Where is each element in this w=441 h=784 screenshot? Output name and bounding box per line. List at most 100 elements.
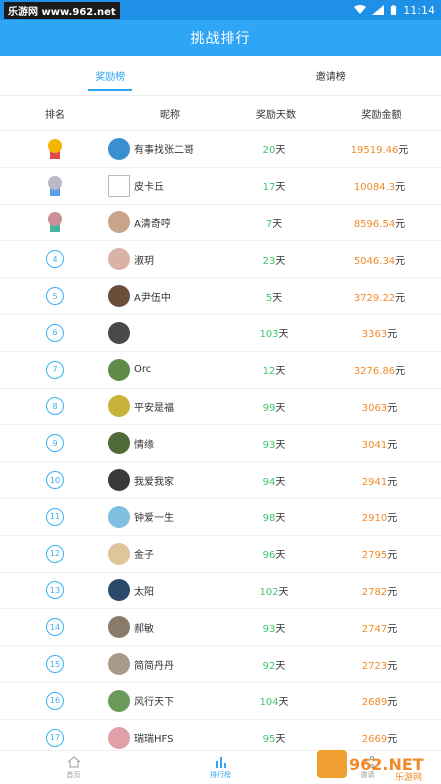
- nickname: 钟爱一生: [134, 513, 174, 525]
- reward-amount: 2941元: [320, 473, 439, 488]
- rank-cell: 15: [0, 655, 110, 674]
- column-days: 奖励天数: [256, 109, 296, 121]
- watermark-logo: 962.NET 乐游网: [317, 750, 424, 782]
- user-cell: 郝敏: [108, 616, 228, 639]
- avatar: [108, 689, 130, 712]
- column-rank: 排名: [45, 109, 65, 121]
- amount-unit: 元: [395, 218, 406, 230]
- amount-unit: 元: [395, 292, 406, 304]
- reward-days: 102天: [228, 583, 320, 598]
- battery-icon: [391, 4, 397, 15]
- reward-days-value: 96: [262, 550, 276, 562]
- avatar: [108, 321, 130, 344]
- nickname: 平安是福: [134, 402, 174, 414]
- reward-days: 103天: [228, 325, 320, 340]
- reward-amount: 8596.54元: [320, 215, 439, 230]
- days-unit: 天: [275, 623, 286, 635]
- leaderboard-row[interactable]: 5 A尹伍中 5天 3729.22元: [0, 278, 441, 315]
- reward-days: 5天: [228, 289, 320, 304]
- rank-cell: 8: [0, 397, 110, 416]
- leaderboard-row[interactable]: 有事找张二哥 20天 19519.46元: [0, 131, 441, 168]
- nickname: 有事找张二哥: [134, 145, 194, 157]
- reward-days: 98天: [228, 509, 320, 524]
- nickname: A尹伍中: [134, 292, 171, 304]
- avatar: [108, 285, 130, 308]
- reward-amount: 2782元: [320, 583, 439, 598]
- rank-cell: 12: [0, 544, 110, 563]
- reward-amount: 3063元: [320, 399, 439, 414]
- avatar: [108, 505, 130, 528]
- reward-amount: 2669元: [320, 730, 439, 745]
- days-unit: 天: [272, 218, 283, 230]
- status-icons: 11:14: [354, 4, 435, 17]
- leaderboard-row[interactable]: 4 淑玥 23天 5046.34元: [0, 241, 441, 279]
- reward-days: 96天: [228, 546, 320, 561]
- column-name: 昵称: [160, 109, 180, 121]
- leaderboard-row[interactable]: 15 简简丹丹 92天 2723元: [0, 646, 441, 683]
- reward-amount-value: 2782: [361, 586, 388, 598]
- rank-cell: 6: [0, 323, 110, 342]
- user-cell: 淑玥: [108, 248, 228, 271]
- leaderboard-row[interactable]: 16 风行天下 104天 2689元: [0, 683, 441, 720]
- tab-reward-board[interactable]: 奖励榜: [0, 56, 221, 95]
- amount-unit: 元: [387, 476, 398, 488]
- reward-amount: 2795元: [320, 546, 439, 561]
- reward-amount-value: 3363: [361, 329, 388, 341]
- amount-unit: 元: [398, 145, 409, 157]
- leaderboard-row[interactable]: 12 金子 96天 2795元: [0, 536, 441, 573]
- amount-unit: 元: [395, 255, 406, 267]
- amount-unit: 元: [387, 550, 398, 562]
- column-amount: 奖励金额: [361, 109, 402, 121]
- leaderboard-row[interactable]: 6 103天 3363元: [0, 315, 441, 352]
- reward-days: 17天: [228, 178, 320, 193]
- tab-invite-board[interactable]: 邀请榜: [221, 56, 441, 95]
- leaderboard-row[interactable]: 9 情缘 93天 3041元: [0, 425, 441, 463]
- leaderboard-row[interactable]: 8 平安是福 99天 3063元: [0, 389, 441, 426]
- leaderboard-row[interactable]: 7 Orc 12天 3276.86元: [0, 352, 441, 389]
- tab-bar: 奖励榜 邀请榜: [0, 56, 441, 96]
- reward-amount-value: 3276.86: [353, 366, 396, 378]
- reward-amount-value: 2941: [361, 476, 388, 488]
- rank-number: 6: [46, 323, 64, 342]
- days-unit: 天: [278, 697, 289, 709]
- leaderboard-row[interactable]: 10 我爱我家 94天 2941元: [0, 462, 441, 499]
- user-cell: [108, 321, 228, 344]
- rank-cell: [0, 212, 110, 233]
- leaderboard-row[interactable]: A清奇哼 7天 8596.54元: [0, 205, 441, 242]
- user-cell: 瑞瑞HFS: [108, 726, 228, 749]
- leaderboard-row[interactable]: 皮卡丘 17天 10084.3元: [0, 168, 441, 205]
- amount-unit: 元: [387, 439, 398, 451]
- user-cell: 有事找张二哥: [108, 137, 228, 160]
- nav-ranking[interactable]: 排行榜: [147, 751, 294, 784]
- reward-days: 95天: [228, 730, 320, 745]
- reward-days: 99天: [228, 399, 320, 414]
- leaderboard-row[interactable]: 14 郝敏 93天 2747元: [0, 609, 441, 647]
- reward-days-value: 23: [262, 255, 276, 267]
- rank-number: 13: [46, 581, 64, 600]
- reward-days-value: 12: [262, 366, 276, 378]
- rank-number: 7: [46, 360, 64, 379]
- avatar: [108, 616, 130, 639]
- svg-text:乐游网: 乐游网: [395, 771, 422, 782]
- leaderboard-list: 有事找张二哥 20天 19519.46元 皮卡丘 17天 10084.3元 A清奇哼 7天 85…: [0, 131, 441, 757]
- reward-days: 20天: [228, 141, 320, 156]
- rank-number: 8: [46, 397, 64, 416]
- amount-unit: 元: [395, 366, 406, 378]
- reward-days-value: 94: [262, 476, 276, 488]
- days-unit: 天: [278, 586, 289, 598]
- reward-amount-value: 3041: [361, 439, 388, 451]
- rank-cell: 4: [0, 250, 110, 269]
- reward-amount-value: 5046.34: [353, 255, 396, 267]
- avatar: [108, 542, 130, 565]
- user-cell: 我爱我家: [108, 469, 228, 492]
- page-title: 挑战排行: [190, 31, 251, 47]
- reward-days: 92天: [228, 657, 320, 672]
- nav-home[interactable]: 首页: [0, 751, 147, 784]
- days-unit: 天: [275, 513, 286, 525]
- rank-number: 12: [46, 544, 64, 563]
- rank-cell: 9: [0, 434, 110, 453]
- nav-home-label: 首页: [66, 770, 81, 779]
- leaderboard-row[interactable]: 11 钟爱一生 98天 2910元: [0, 499, 441, 536]
- rank-cell: 13: [0, 581, 110, 600]
- leaderboard-row[interactable]: 13 太阳 102天 2782元: [0, 573, 441, 610]
